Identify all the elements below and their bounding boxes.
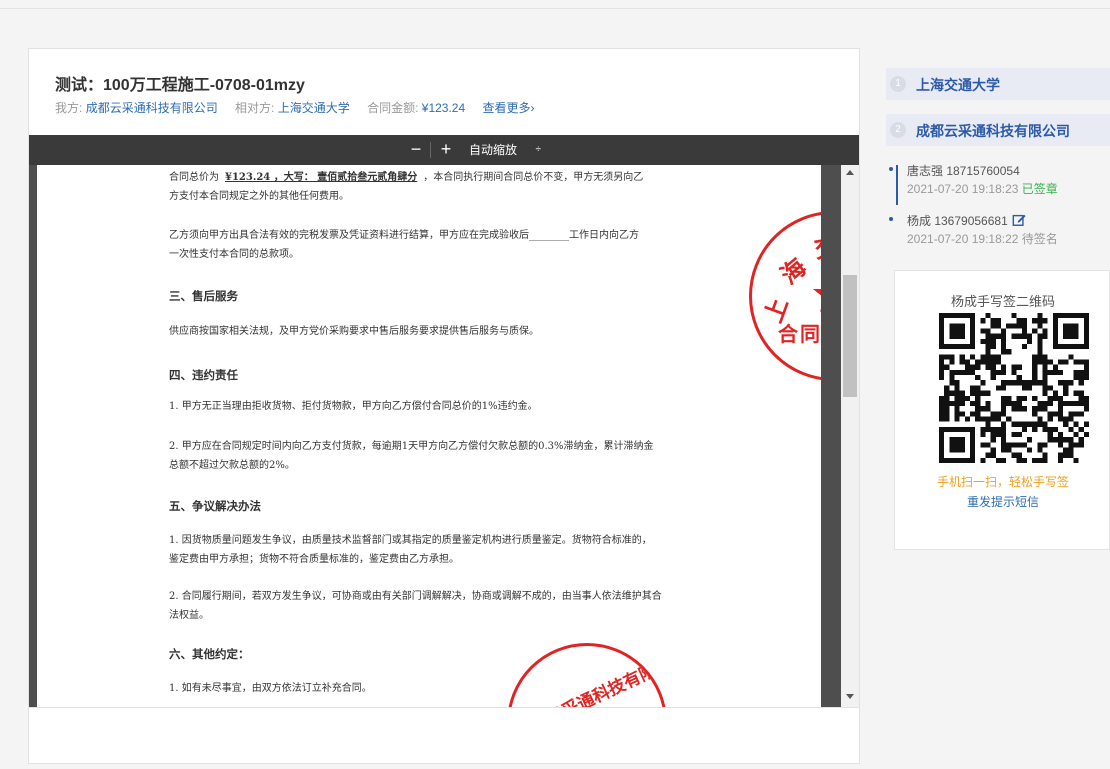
my-side-value: 成都云采通科技有限公司 [85, 101, 218, 115]
scroll-down-icon[interactable] [846, 694, 854, 699]
scroll-up-icon[interactable] [846, 170, 854, 175]
doc-paragraph: 1. 甲方无正当理由拒收货物、拒付货物款，甲方向乙方偿付合同总价的1%违约金。 [169, 401, 538, 412]
party-step-number: 2 [890, 122, 906, 138]
panel-footer [29, 707, 859, 763]
doc-paragraph: 鉴定费由甲方承担；货物不符合质量标准的，鉴定费由乙方承担。 [169, 554, 459, 565]
section-heading: 四、违约责任 [169, 368, 238, 382]
amount-label: 合同金额: [367, 101, 419, 115]
pending-status: 待签名 [1021, 232, 1058, 246]
signed-status: 已签章 [1021, 182, 1058, 196]
party-item-1: 1 上海交通大学 [886, 68, 1110, 100]
zoom-select[interactable]: 自动缩放 ÷ [461, 140, 547, 160]
zoom-select-value: 自动缩放 [469, 143, 518, 157]
zoom-out-button[interactable]: − [407, 139, 425, 159]
qr-title: 杨成手写签二维码 [950, 294, 1055, 309]
view-more-link[interactable]: 查看更多› [483, 101, 535, 115]
contract-meta: 我方: 成都云采通科技有限公司 相对方: 上海交通大学 合同金额: ¥123.2… [55, 99, 535, 116]
toolbar-separator [430, 142, 431, 158]
doc-paragraph: 1. 因货物质量问题发生争议，由质量技术监督部门或其指定的质量鉴定机构进行质量鉴… [169, 535, 652, 546]
company-seal-stamp: 上 海 交 合 同 专 [749, 211, 821, 381]
counterparty-label: 相对方: [235, 101, 275, 115]
party-item-2: 2 成都云采通科技有限公司 [886, 114, 1110, 146]
doc-paragraph: 一次性支付本合同的总款项。 [169, 249, 299, 260]
signer-time-status: 2021-07-20 19:18:22 待签名 [907, 232, 1058, 246]
party-name: 成都云采通科技有限公司 [916, 123, 1070, 139]
scroll-thumb[interactable] [843, 275, 857, 397]
doc-paragraph: 总额不超过欠款总额的2%。 [169, 460, 295, 471]
party-step-number: 1 [890, 76, 906, 92]
top-divider [0, 8, 1110, 9]
contract-panel: 测试：100万工程施工-0708-01mzy 我方: 成都云采通科技有限公司 相… [28, 48, 860, 764]
party-name: 上海交通大学 [916, 77, 1000, 93]
contract-header: 测试：100万工程施工-0708-01mzy 我方: 成都云采通科技有限公司 相… [29, 49, 859, 135]
star-icon [813, 289, 821, 312]
resend-sms-link[interactable]: 重发提示短信 [895, 493, 1110, 510]
pdf-viewer[interactable]: 合同总价为 ¥123.24 ，大写： 壹佰贰拾叁元贰角肆分 ，本合同执行期间合同总价… [29, 165, 859, 707]
timeline-dot [889, 167, 893, 171]
doc-paragraph: 方支付本合同规定之外的其他任何费用。 [169, 191, 349, 202]
contract-title: 测试：100万工程施工-0708-01mzy [55, 77, 305, 94]
pdf-toolbar: − + 自动缩放 ÷ [29, 135, 859, 165]
pdf-page: 合同总价为 ¥123.24 ，大写： 壹佰贰拾叁元贰角肆分 ，本合同执行期间合同总价… [37, 165, 821, 707]
timeline-line [896, 165, 898, 205]
doc-paragraph: 2. 甲方应在合同规定时间内向乙方支付货款，每逾期1天甲方向乙方偿付欠款总额的0… [169, 441, 654, 452]
doc-paragraph: 法权益。 [169, 610, 209, 621]
signer-name-phone: 杨成 13679056681 [907, 212, 1026, 229]
select-arrow-icon: ÷ [535, 144, 542, 155]
signer-time-status: 2021-07-20 19:18:23 已签章 [907, 182, 1058, 196]
edit-icon[interactable] [1012, 213, 1026, 227]
qr-sign-card: 杨成手写签二维码 手机扫一扫，轻松手写签 重发提示短信 [894, 270, 1110, 550]
doc-paragraph: 供应商按国家相关法规，及甲方党价采购要求中售后服务要求提供售后服务与质保。 [169, 326, 539, 337]
my-side-label: 我方: [55, 101, 83, 115]
zoom-in-button[interactable]: + [437, 139, 455, 159]
signer-name-phone: 唐志强 18715760054 [907, 164, 1020, 178]
timeline-dot [889, 217, 893, 221]
section-heading: 六、其他约定： [169, 647, 250, 661]
doc-paragraph: 合同总价为 ¥123.24 ，大写： 壹佰贰拾叁元贰角肆分 ，本合同执行期间合同总价… [169, 172, 644, 183]
section-heading: 五、争议解决办法 [169, 499, 261, 513]
section-heading: 三、售后服务 [169, 289, 238, 303]
amount-value: ¥123.24 [421, 101, 466, 115]
doc-paragraph: 乙方须向甲方出具合法有效的完税发票及凭证资料进行结算，甲方应在完成验收后____… [169, 230, 639, 241]
qr-hint: 手机扫一扫，轻松手写签 [936, 475, 1069, 489]
qr-code [939, 313, 1089, 463]
vertical-scrollbar[interactable] [841, 165, 859, 707]
doc-paragraph: 2. 合同履行期间，若双方发生争议，可协商或由有关部门调解解决，协商或调解不成的… [169, 591, 662, 602]
counterparty-value: 上海交通大学 [277, 101, 350, 115]
company-seal-stamp: 都云采通科技有限公 [507, 643, 667, 707]
